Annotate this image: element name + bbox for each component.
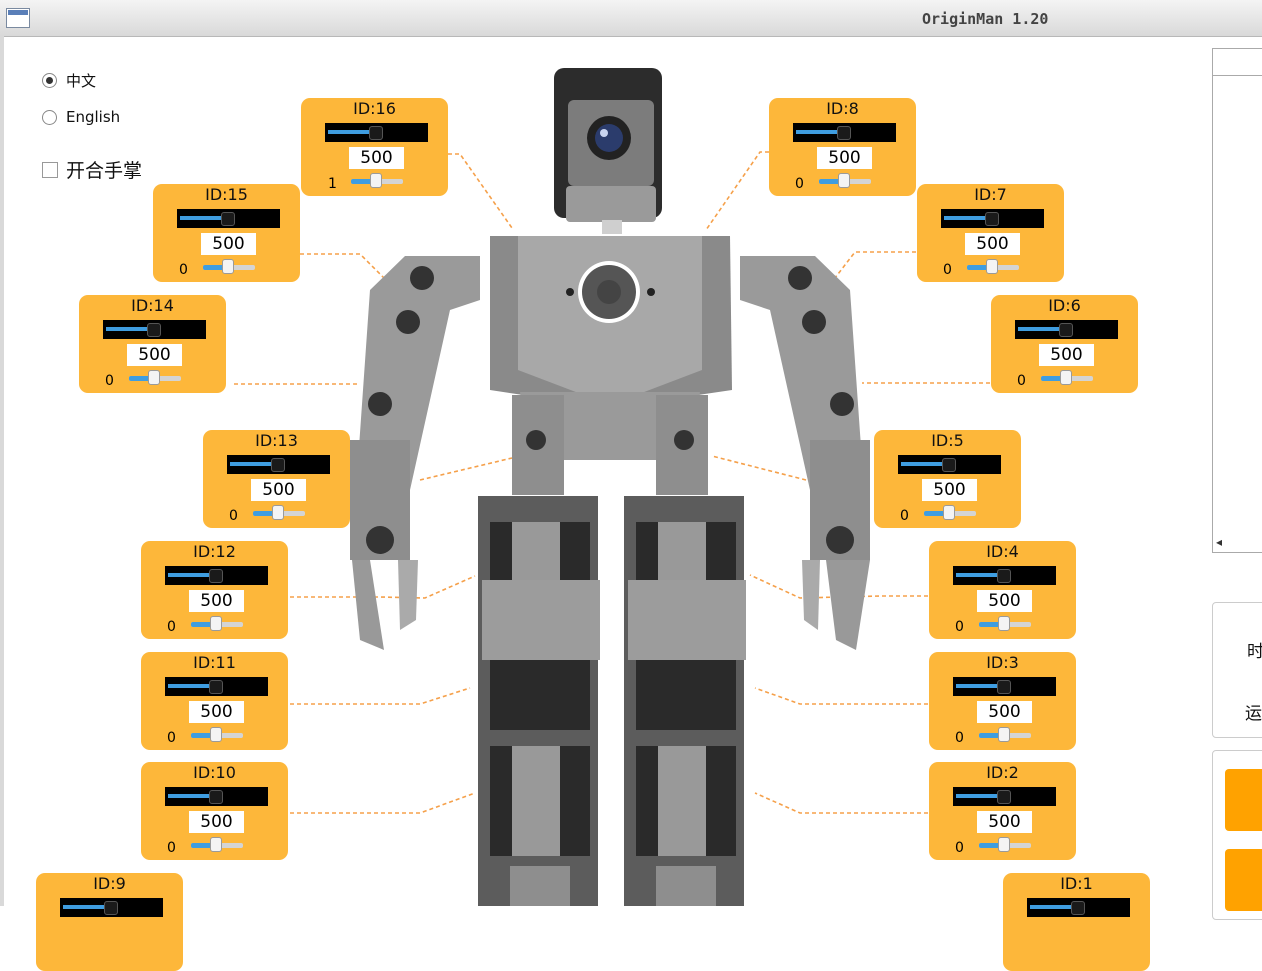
servo-slider[interactable] — [191, 727, 243, 742]
servo-min-label: 0 — [167, 730, 176, 746]
servo-panel-8: ID:8 500 0 — [769, 98, 916, 196]
servo-slider[interactable] — [253, 505, 305, 520]
servo-id-label: ID:3 — [986, 653, 1019, 672]
servo-id-label: ID:9 — [93, 874, 126, 893]
servo-min-label: 0 — [943, 262, 952, 278]
servo-value-field[interactable]: 500 — [349, 147, 404, 169]
servo-id-label: ID:15 — [205, 185, 248, 204]
servo-panel-16: ID:16 500 1 — [301, 98, 448, 196]
servo-value-field[interactable]: 500 — [977, 701, 1032, 723]
servo-value-field[interactable]: 500 — [977, 811, 1032, 833]
servo-id-label: ID:1 — [1060, 874, 1093, 893]
servo-panel-15: ID:15 500 0 — [153, 184, 300, 282]
servo-min-label: 1 — [328, 176, 337, 192]
servo-min-label: 0 — [795, 176, 804, 192]
servo-panel-14: ID:14 500 0 — [79, 295, 226, 393]
servo-slider[interactable] — [979, 616, 1031, 631]
servo-slider[interactable] — [979, 837, 1031, 852]
servo-position-bar[interactable] — [165, 787, 268, 806]
servo-position-bar[interactable] — [1027, 898, 1130, 917]
servo-value-field[interactable]: 500 — [251, 479, 306, 501]
servo-id-label: ID:12 — [193, 542, 236, 561]
servo-slider[interactable] — [203, 259, 255, 274]
servo-id-label: ID:2 — [986, 763, 1019, 782]
servo-panel-1: ID:1 — [1003, 873, 1150, 971]
servo-slider[interactable] — [924, 505, 976, 520]
servo-position-bar[interactable] — [325, 123, 428, 142]
time-settings-panel: 时 运 — [1212, 602, 1262, 738]
servo-slider[interactable] — [979, 727, 1031, 742]
scroll-left-arrow-icon[interactable]: ◂ — [1216, 535, 1222, 549]
servo-panel-12: ID:12 500 0 — [141, 541, 288, 639]
action-button-2[interactable] — [1225, 849, 1262, 911]
servo-id-label: ID:7 — [974, 185, 1007, 204]
servo-value-field[interactable]: 500 — [922, 479, 977, 501]
servo-id-label: ID:13 — [255, 431, 298, 450]
servo-min-label: 0 — [105, 373, 114, 389]
servo-panel-13: ID:13 500 0 — [203, 430, 350, 528]
servo-slider[interactable] — [1041, 370, 1093, 385]
servo-position-bar[interactable] — [227, 455, 330, 474]
action-list-table[interactable]: ◂ — [1212, 48, 1262, 553]
servo-min-label: 0 — [179, 262, 188, 278]
servo-id-label: ID:16 — [353, 99, 396, 118]
servo-value-field[interactable]: 500 — [127, 344, 182, 366]
servo-value-field[interactable]: 500 — [977, 590, 1032, 612]
servo-value-field[interactable]: 500 — [817, 147, 872, 169]
servo-id-label: ID:6 — [1048, 296, 1081, 315]
servo-id-label: ID:8 — [826, 99, 859, 118]
servo-panel-3: ID:3 500 0 — [929, 652, 1076, 750]
servo-position-bar[interactable] — [898, 455, 1001, 474]
servo-slider[interactable] — [191, 837, 243, 852]
servo-slider[interactable] — [351, 173, 403, 188]
servo-panel-10: ID:10 500 0 — [141, 762, 288, 860]
servo-slider[interactable] — [967, 259, 1019, 274]
servo-min-label: 0 — [955, 730, 964, 746]
action-button-1[interactable] — [1225, 769, 1262, 831]
servo-panel-4: ID:4 500 0 — [929, 541, 1076, 639]
servo-min-label: 0 — [167, 840, 176, 856]
servo-value-field[interactable]: 500 — [189, 701, 244, 723]
action-buttons-panel — [1212, 750, 1262, 920]
servo-min-label: 0 — [955, 619, 964, 635]
servo-min-label: 0 — [955, 840, 964, 856]
run-label: 运 — [1245, 704, 1262, 724]
servo-position-bar[interactable] — [953, 787, 1056, 806]
servo-position-bar[interactable] — [165, 566, 268, 585]
servo-value-field[interactable]: 500 — [965, 233, 1020, 255]
servo-panel-9: ID:9 — [36, 873, 183, 971]
servo-panel-2: ID:2 500 0 — [929, 762, 1076, 860]
servo-value-field[interactable]: 500 — [201, 233, 256, 255]
servo-position-bar[interactable] — [177, 209, 280, 228]
servo-panel-6: ID:6 500 0 — [991, 295, 1138, 393]
servo-id-label: ID:11 — [193, 653, 236, 672]
servo-value-field[interactable]: 500 — [189, 811, 244, 833]
servo-min-label: 0 — [229, 508, 238, 524]
servo-panel-7: ID:7 500 0 — [917, 184, 1064, 282]
servo-position-bar[interactable] — [103, 320, 206, 339]
servo-slider[interactable] — [191, 616, 243, 631]
servo-slider[interactable] — [129, 370, 181, 385]
servo-min-label: 0 — [167, 619, 176, 635]
servo-min-label: 0 — [1017, 373, 1026, 389]
servo-min-label: 0 — [900, 508, 909, 524]
servo-position-bar[interactable] — [793, 123, 896, 142]
servo-id-label: ID:10 — [193, 763, 236, 782]
servo-id-label: ID:5 — [931, 431, 964, 450]
servo-panel-5: ID:5 500 0 — [874, 430, 1021, 528]
servo-value-field[interactable]: 500 — [1039, 344, 1094, 366]
servo-position-bar[interactable] — [1015, 320, 1118, 339]
action-list-header — [1213, 49, 1262, 76]
servo-position-bar[interactable] — [953, 677, 1056, 696]
servo-slider[interactable] — [819, 173, 871, 188]
servo-position-bar[interactable] — [953, 566, 1056, 585]
servo-value-field[interactable]: 500 — [189, 590, 244, 612]
servo-panel-11: ID:11 500 0 — [141, 652, 288, 750]
servo-position-bar[interactable] — [60, 898, 163, 917]
time-label: 时 — [1247, 642, 1262, 662]
servo-id-label: ID:4 — [986, 542, 1019, 561]
servo-id-label: ID:14 — [131, 296, 174, 315]
servo-position-bar[interactable] — [941, 209, 1044, 228]
servo-position-bar[interactable] — [165, 677, 268, 696]
